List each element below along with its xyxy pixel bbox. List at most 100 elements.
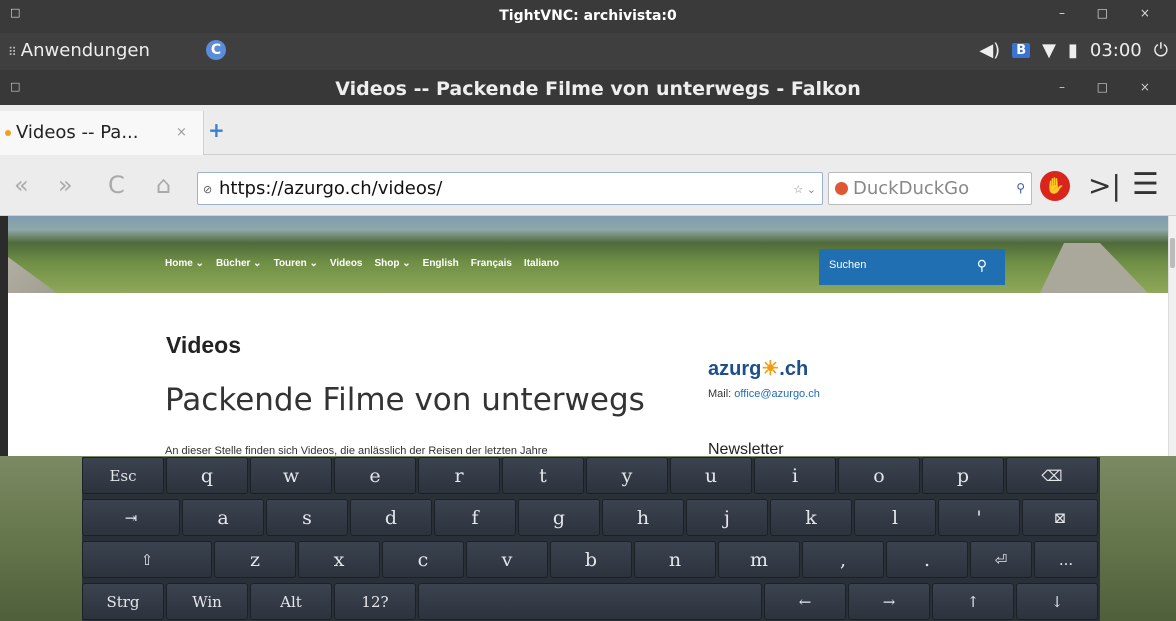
sun-icon: ☀ xyxy=(761,358,780,380)
key-comma[interactable]: , xyxy=(802,541,884,578)
header-banner: Home ⌄ Bücher ⌄ Touren ⌄ Videos Shop ⌄ E… xyxy=(8,216,1168,293)
clock[interactable]: 03:00 xyxy=(1090,40,1142,61)
key-h[interactable]: h xyxy=(602,499,684,536)
key-alt[interactable]: Alt xyxy=(250,583,332,620)
key-o[interactable]: o xyxy=(838,457,920,494)
key-z[interactable]: z xyxy=(214,541,296,578)
vnc-window-controls[interactable]: – □ × xyxy=(1059,6,1164,20)
onscreen-keyboard: Esc q w e r t y u i o p ⌫ ⇥ a s d f g h … xyxy=(82,457,1100,621)
tab-label: Videos -- Pa... xyxy=(16,122,139,143)
key-backspace[interactable]: ⌫ xyxy=(1006,457,1098,494)
bluetooth-b-icon[interactable]: B xyxy=(1012,43,1031,58)
key-tab[interactable]: ⇥ xyxy=(82,499,180,536)
tab-videos[interactable]: Videos -- Pa... × xyxy=(0,111,204,155)
site-search-placeholder: Suchen xyxy=(829,259,867,271)
nav-shop[interactable]: Shop ⌄ xyxy=(375,258,411,269)
key-g[interactable]: g xyxy=(518,499,600,536)
key-x[interactable]: x xyxy=(298,541,380,578)
vnc-title: TightVNC: archivista:0 xyxy=(499,8,677,24)
search-placeholder[interactable]: DuckDuckGo xyxy=(853,178,969,199)
applications-menu[interactable]: ⠿ Anwendungen xyxy=(8,40,150,61)
adblock-icon[interactable]: ✋ xyxy=(1040,171,1070,201)
web-content: Home ⌄ Bücher ⌄ Touren ⌄ Videos Shop ⌄ E… xyxy=(8,216,1168,456)
key-space[interactable] xyxy=(418,583,762,620)
page-scrollbar[interactable] xyxy=(1168,216,1176,456)
key-n[interactable]: n xyxy=(634,541,716,578)
banner-path-left xyxy=(8,257,57,293)
key-enter[interactable]: ⏎ xyxy=(970,541,1032,578)
power-icon[interactable]: ⏻ xyxy=(1154,40,1168,61)
reload-icon[interactable]: C xyxy=(108,171,125,199)
back-icon[interactable]: « xyxy=(14,171,29,199)
key-i[interactable]: i xyxy=(754,457,836,494)
mail-link[interactable]: office@azurgo.ch xyxy=(734,388,820,400)
key-f[interactable]: f xyxy=(434,499,516,536)
hamburger-menu-icon[interactable]: ☰ xyxy=(1132,167,1159,202)
key-period[interactable]: . xyxy=(886,541,968,578)
bookmark-star-icon[interactable]: ☆ ⌄ xyxy=(793,183,816,196)
new-tab-icon[interactable]: + xyxy=(208,118,225,142)
key-u[interactable]: u xyxy=(670,457,752,494)
apps-grid-icon: ⠿ xyxy=(8,45,17,59)
key-apostrophe[interactable]: ' xyxy=(938,499,1020,536)
key-r[interactable]: r xyxy=(418,457,500,494)
key-esc[interactable]: Esc xyxy=(82,457,164,494)
volume-icon[interactable]: ◀) xyxy=(979,40,1000,61)
key-w[interactable]: w xyxy=(250,457,332,494)
key-delete[interactable]: ⊠ xyxy=(1022,499,1098,536)
key-arrow-left[interactable]: ← xyxy=(764,583,846,620)
browser-window-controls[interactable]: – □ × xyxy=(1059,80,1164,94)
key-p[interactable]: p xyxy=(922,457,1004,494)
key-c[interactable]: c xyxy=(382,541,464,578)
wifi-icon[interactable]: ▼ xyxy=(1042,40,1056,61)
key-shift[interactable]: ⇧ xyxy=(82,541,212,578)
scrollbar-thumb[interactable] xyxy=(1170,238,1175,268)
nav-touren[interactable]: Touren ⌄ xyxy=(274,258,318,269)
search-icon[interactable]: ⚲ xyxy=(1016,181,1025,195)
site-search-icon[interactable]: ⚲ xyxy=(977,258,987,274)
key-win[interactable]: Win xyxy=(166,583,248,620)
sidebar-toggle-icon[interactable]: >| xyxy=(1088,169,1121,202)
url-text[interactable]: https://azurgo.ch/videos/ xyxy=(219,178,442,199)
refresh-icon[interactable]: C xyxy=(206,40,226,60)
nav-italiano[interactable]: Italiano xyxy=(524,258,559,269)
site-info-icon[interactable]: ⊘ xyxy=(203,183,212,196)
key-ctrl[interactable]: Strg xyxy=(82,583,164,620)
key-arrow-down[interactable]: ↓ xyxy=(1016,583,1098,620)
key-arrow-up[interactable]: ↑ xyxy=(932,583,1014,620)
nav-videos[interactable]: Videos xyxy=(330,258,363,269)
url-bar[interactable]: ⊘ https://azurgo.ch/videos/ ☆ ⌄ xyxy=(197,172,823,205)
key-t[interactable]: t xyxy=(502,457,584,494)
key-s[interactable]: s xyxy=(266,499,348,536)
key-m[interactable]: m xyxy=(718,541,800,578)
key-more[interactable]: ... xyxy=(1034,541,1098,578)
key-a[interactable]: a xyxy=(182,499,264,536)
key-arrow-right[interactable]: → xyxy=(848,583,930,620)
key-b[interactable]: b xyxy=(550,541,632,578)
nav-francais[interactable]: Français xyxy=(471,258,512,269)
key-l[interactable]: l xyxy=(854,499,936,536)
site-search-input[interactable]: Suchen ⚲ xyxy=(819,249,1005,285)
key-y[interactable]: y xyxy=(586,457,668,494)
navigation-toolbar: « » C ⌂ ⊘ https://azurgo.ch/videos/ ☆ ⌄ … xyxy=(0,155,1176,216)
key-k[interactable]: k xyxy=(770,499,852,536)
nav-english[interactable]: English xyxy=(423,258,459,269)
logo-text-b: .ch xyxy=(779,358,809,380)
key-j[interactable]: j xyxy=(686,499,768,536)
azurgo-logo[interactable]: azurg☀.ch xyxy=(708,356,808,381)
nav-buecher[interactable]: Bücher ⌄ xyxy=(216,258,262,269)
search-box[interactable]: DuckDuckGo ⚲ xyxy=(828,172,1032,205)
battery-icon[interactable]: ▮ xyxy=(1068,40,1078,61)
home-icon[interactable]: ⌂ xyxy=(156,171,171,199)
forward-icon[interactable]: » xyxy=(58,171,73,199)
system-tray: ◀) B ▼ ▮ 03:00 ⏻ xyxy=(979,40,1168,61)
tab-close-icon[interactable]: × xyxy=(176,125,187,140)
key-d[interactable]: d xyxy=(350,499,432,536)
nav-home[interactable]: Home ⌄ xyxy=(165,258,204,269)
newsletter-heading: Newsletter xyxy=(708,441,784,456)
key-v[interactable]: v xyxy=(466,541,548,578)
key-numbers[interactable]: 12? xyxy=(334,583,416,620)
key-e[interactable]: e xyxy=(334,457,416,494)
banner-path-right xyxy=(1040,243,1148,293)
key-q[interactable]: q xyxy=(166,457,248,494)
